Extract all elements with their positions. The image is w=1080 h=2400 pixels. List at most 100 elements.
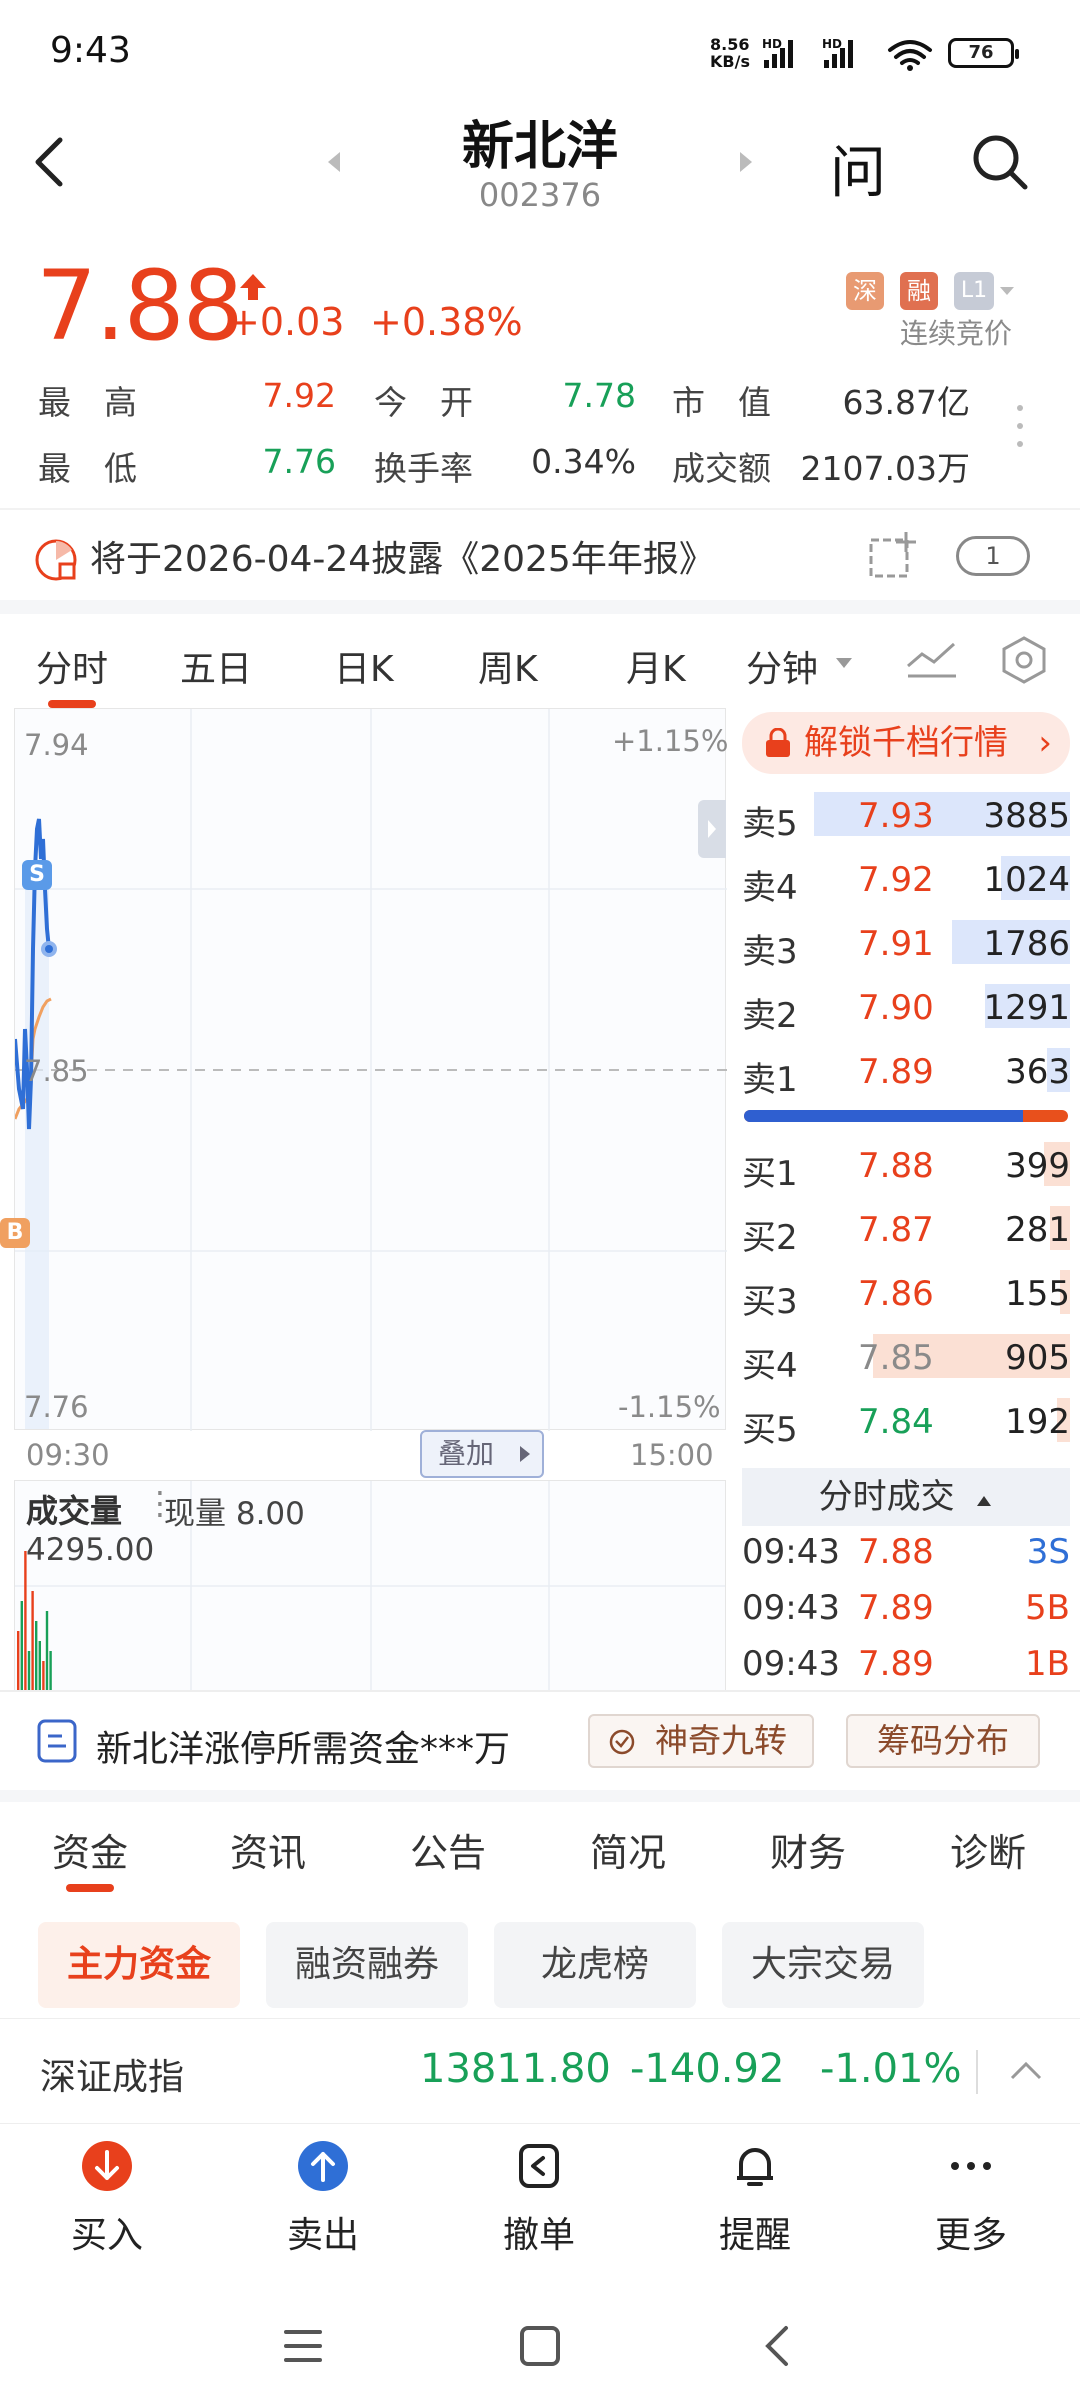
settings-hexagon-icon[interactable] <box>998 634 1050 686</box>
tick-time: 09:43 <box>742 1644 840 1684</box>
search-icon[interactable] <box>970 132 1030 192</box>
system-nav-icons <box>284 2326 788 2366</box>
tick-trades-header[interactable]: 分时成交 <box>742 1468 1070 1526</box>
ask-price: 7.92 <box>858 860 934 900</box>
minute-dropdown-icon[interactable] <box>834 656 854 670</box>
nav-cancel-order[interactable]: 撤单 <box>464 2140 614 2258</box>
subtab-dragon-tiger[interactable]: 龙虎榜 <box>494 1922 696 2008</box>
tab-diagnosis[interactable]: 诊断 <box>950 1822 1026 1877</box>
tab-profile[interactable]: 简况 <box>590 1822 666 1877</box>
bid-row[interactable]: 买1 7.88 399 <box>742 1138 1070 1198</box>
bid-level-label: 买2 <box>742 1218 798 1258</box>
ask-level-label: 卖5 <box>742 804 798 844</box>
tab-financials[interactable]: 财务 <box>770 1822 846 1877</box>
level-dropdown-icon[interactable] <box>998 284 1016 298</box>
index-value: 13811.80 <box>420 2046 611 2092</box>
indicator-line-icon[interactable] <box>904 636 960 682</box>
chart-pct-bottom: -1.15% <box>618 1390 721 1424</box>
stat-value-marketcap: 63.87亿 <box>842 383 970 422</box>
tick-volume: 5B <box>1025 1588 1070 1628</box>
collapse-handle[interactable] <box>698 800 726 858</box>
report-notice-text[interactable]: 将于2026-04-24披露《2025年年报》 <box>90 530 715 582</box>
battery-indicator: 76 <box>948 38 1019 68</box>
overlay-button[interactable]: 叠加 <box>420 1430 544 1478</box>
next-stock-icon[interactable] <box>736 150 754 174</box>
volume-title: 成交量 <box>26 1492 123 1530</box>
ask-volume: 3885 <box>983 796 1070 836</box>
ask-question-button[interactable]: 问 <box>830 128 886 209</box>
volume-bar <box>38 1641 41 1690</box>
ask-row[interactable]: 卖3 7.91 1786 <box>742 916 1070 976</box>
volume-bar <box>27 1651 31 1690</box>
current-price: 7.88 <box>36 250 244 362</box>
ask-volume: 1786 <box>983 924 1070 964</box>
more-stats-icon[interactable] <box>1014 402 1026 452</box>
tab-capital[interactable]: 资金 <box>52 1822 128 1877</box>
ask-row[interactable]: 卖4 7.92 1024 <box>742 852 1070 912</box>
tab-monthly-k[interactable]: 月K <box>626 640 686 692</box>
bid-row[interactable]: 买2 7.87 281 <box>742 1202 1070 1262</box>
volume-bar <box>35 1621 38 1690</box>
bid-row[interactable]: 买3 7.86 155 <box>742 1266 1070 1326</box>
bid-level-label: 买1 <box>742 1154 798 1194</box>
stat-value-open: 7.78 <box>562 376 636 415</box>
volume-max: 4295.00 <box>26 1532 155 1568</box>
ask-row[interactable]: 卖5 7.93 3885 <box>742 788 1070 848</box>
svg-text:HD: HD <box>762 37 782 51</box>
limit-up-capital-text[interactable]: 新北洋涨停所需资金***万 <box>96 1720 510 1772</box>
ask-volume: 1024 <box>983 860 1070 900</box>
svg-text:HD: HD <box>822 37 842 51</box>
nav-more[interactable]: 更多 <box>896 2140 1046 2258</box>
unlock-label: 解锁千档行情 <box>804 723 1008 763</box>
tab-news[interactable]: 资讯 <box>230 1822 306 1877</box>
chevron-up-icon[interactable] <box>1008 2058 1044 2082</box>
bid-volume: 155 <box>1005 1274 1070 1314</box>
bid-row[interactable]: 买4 7.85 905 <box>742 1330 1070 1390</box>
report-calendar-icon <box>35 539 77 581</box>
home-icon <box>520 2326 560 2366</box>
bid-level-label: 买5 <box>742 1410 798 1450</box>
intraday-chart[interactable] <box>13 708 727 1431</box>
bid-row[interactable]: 买5 7.84 192 <box>742 1394 1070 1454</box>
buy-marker[interactable]: B <box>0 1218 30 1248</box>
bell-icon <box>737 2148 773 2186</box>
subtab-block-trade[interactable]: 大宗交易 <box>722 1922 924 2008</box>
nav-buy[interactable]: 买入 <box>32 2140 182 2258</box>
nav-sell-label: 卖出 <box>286 2215 359 2256</box>
nav-sell[interactable]: 卖出 <box>248 2140 398 2258</box>
nav-alert[interactable]: 提醒 <box>680 2140 830 2258</box>
bid-price: 7.87 <box>858 1210 934 1250</box>
ask-level-label: 卖2 <box>742 996 798 1036</box>
volume-bar <box>17 1631 20 1690</box>
tab-daily-k[interactable]: 日K <box>334 640 394 692</box>
net-speed-unit: KB/s <box>710 52 750 71</box>
tag-level1[interactable]: L1 <box>954 272 994 310</box>
tab-five-day[interactable]: 五日 <box>180 640 252 692</box>
magic-nine-button[interactable]: 神奇九转 <box>588 1714 814 1768</box>
tab-intraday[interactable]: 分时 <box>36 640 108 692</box>
stat-value-turnover: 0.34% <box>531 442 636 481</box>
sell-marker[interactable]: S <box>22 860 52 890</box>
signal-wifi-icons: HD HD <box>762 37 932 71</box>
ask-row[interactable]: 卖2 7.90 1291 <box>742 980 1070 1040</box>
tab-announcements[interactable]: 公告 <box>410 1822 486 1877</box>
unlock-depth-button[interactable]: 解锁千档行情 › <box>742 712 1070 774</box>
ask-price: 7.91 <box>858 924 934 964</box>
tab-minute[interactable]: 分钟 <box>746 640 818 692</box>
subtab-main-capital[interactable]: 主力资金 <box>38 1922 240 2008</box>
subtab-margin-trading[interactable]: 融资融券 <box>266 1922 468 2008</box>
add-reminder-icon[interactable] <box>868 530 920 582</box>
cancel-order-icon <box>519 2144 559 2188</box>
notice-count-badge[interactable]: 1 <box>956 536 1030 576</box>
chart-y-bottom: 7.76 <box>24 1390 89 1424</box>
stat-label-open: 今 开 <box>374 383 473 422</box>
lock-icon <box>766 728 790 757</box>
tab-weekly-k[interactable]: 周K <box>478 640 538 692</box>
overlay-label: 叠加 <box>438 1437 495 1470</box>
section-gap <box>0 1790 1080 1802</box>
tick-trades-title: 分时成交 <box>818 1477 955 1517</box>
ask-row[interactable]: 卖1 7.89 363 <box>742 1044 1070 1104</box>
chip-distribution-button[interactable]: 筹码分布 <box>846 1714 1040 1768</box>
nav-buy-label: 买入 <box>70 2215 143 2256</box>
ask-bid-ratio-fill <box>744 1110 1023 1122</box>
